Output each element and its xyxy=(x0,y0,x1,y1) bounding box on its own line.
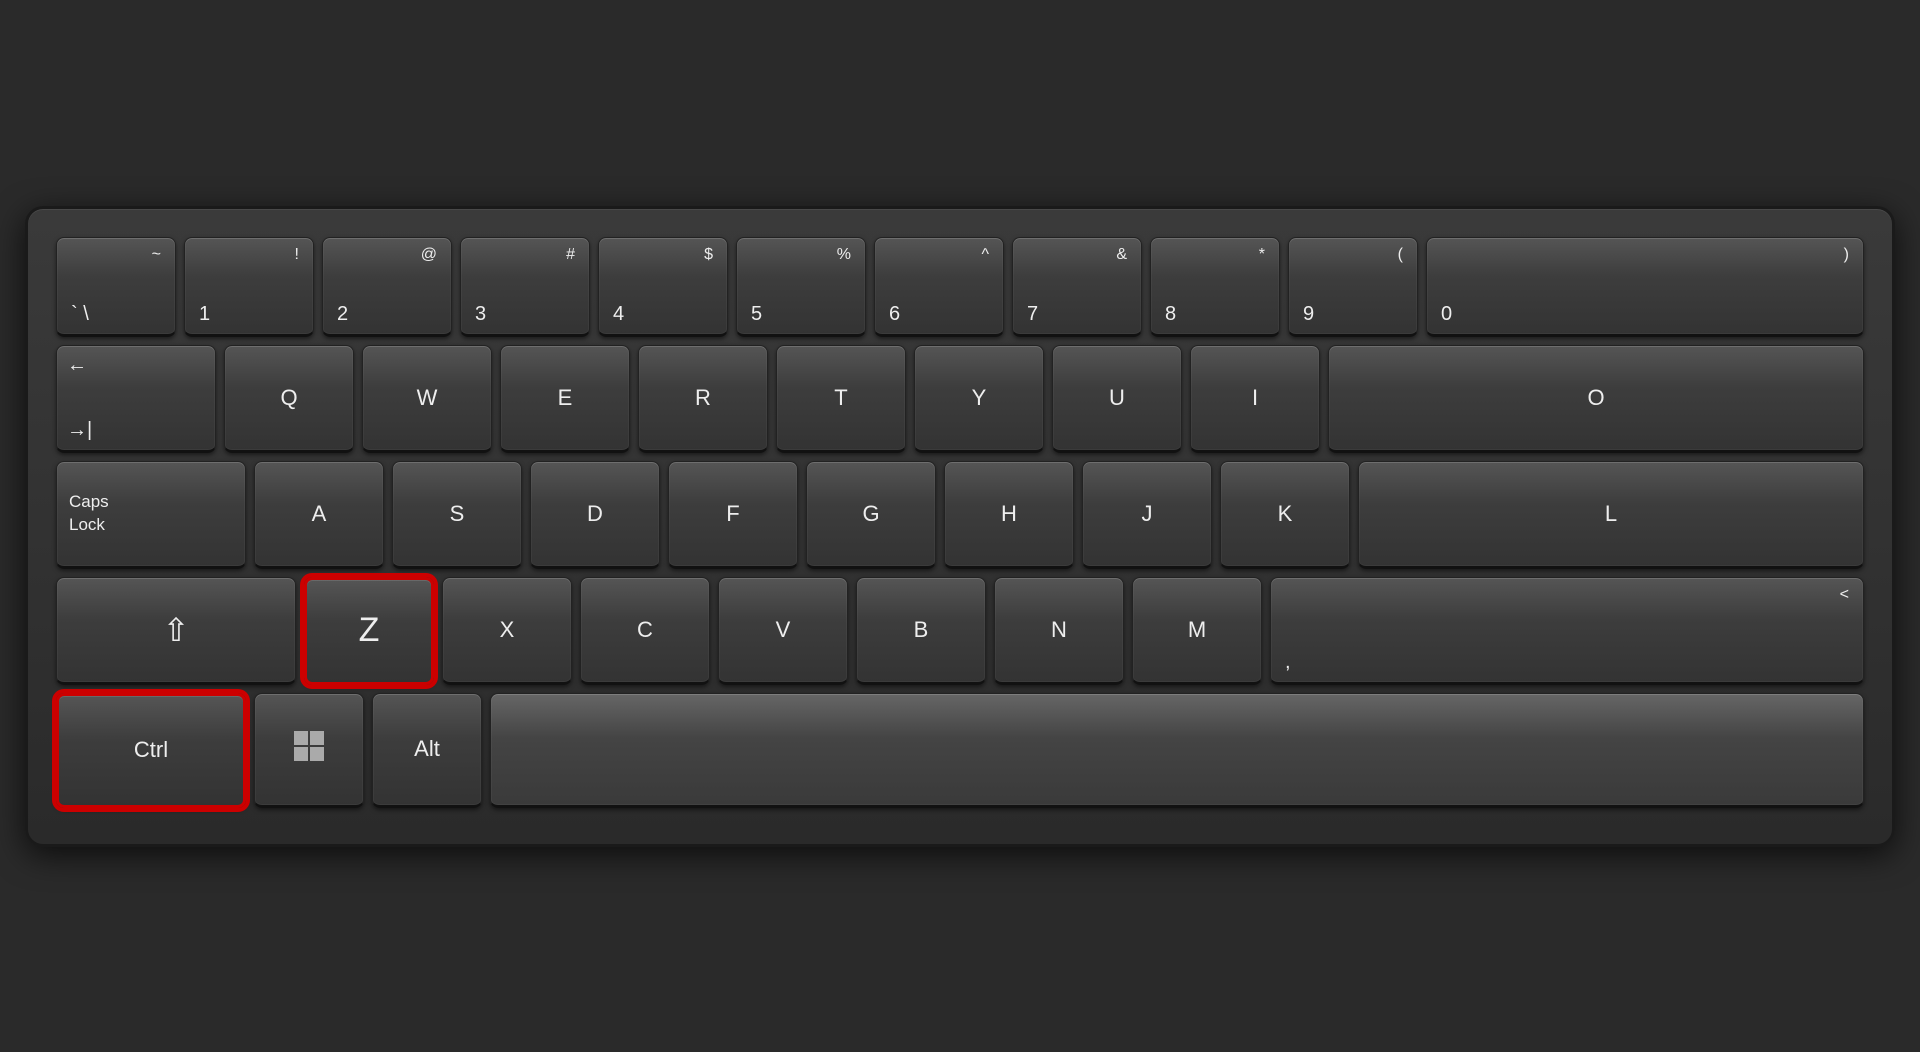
key-q[interactable]: Q xyxy=(224,345,354,453)
key-f[interactable]: F xyxy=(668,461,798,569)
key-7-bottom: 7 xyxy=(1013,303,1038,326)
key-5-top: % xyxy=(837,246,865,264)
key-j[interactable]: J xyxy=(1082,461,1212,569)
key-4-top: $ xyxy=(704,246,727,264)
key-0-bottom: 0 xyxy=(1427,303,1452,326)
key-a[interactable]: A xyxy=(254,461,384,569)
key-9[interactable]: ( 9 xyxy=(1288,237,1418,337)
key-2-bottom: 2 xyxy=(323,303,348,326)
key-5-bottom: 5 xyxy=(737,303,762,326)
shift-icon: ⇧ xyxy=(163,611,190,649)
key-4[interactable]: $ 4 xyxy=(598,237,728,337)
key-9-top: ( xyxy=(1398,246,1417,264)
key-1-top: ! xyxy=(295,246,313,264)
key-9-bottom: 9 xyxy=(1289,303,1314,326)
key-8-bottom: 8 xyxy=(1151,303,1176,326)
key-lt-top: < xyxy=(1840,586,1863,604)
key-8[interactable]: * 8 xyxy=(1150,237,1280,337)
key-7-top: & xyxy=(1116,246,1141,264)
key-6-bottom: 6 xyxy=(875,303,900,326)
tab-arrow-left: ← xyxy=(67,354,87,377)
key-6-top: ^ xyxy=(981,246,1003,264)
key-t[interactable]: T xyxy=(776,345,906,453)
key-w[interactable]: W xyxy=(362,345,492,453)
key-h[interactable]: H xyxy=(944,461,1074,569)
row-asdf: CapsLock A S D F G H J K L xyxy=(56,461,1864,569)
key-7[interactable]: & 7 xyxy=(1012,237,1142,337)
key-u[interactable]: U xyxy=(1052,345,1182,453)
key-5[interactable]: % 5 xyxy=(736,237,866,337)
key-3[interactable]: # 3 xyxy=(460,237,590,337)
key-comma[interactable]: < , xyxy=(1270,577,1864,685)
key-4-bottom: 4 xyxy=(599,303,624,326)
key-space[interactable] xyxy=(490,693,1864,808)
caps-lock-label: CapsLock xyxy=(69,491,109,535)
key-ctrl[interactable]: Ctrl xyxy=(56,693,246,808)
key-g[interactable]: G xyxy=(806,461,936,569)
key-i[interactable]: I xyxy=(1190,345,1320,453)
key-n[interactable]: N xyxy=(994,577,1124,685)
key-0-top: ) xyxy=(1844,246,1863,264)
key-e[interactable]: E xyxy=(500,345,630,453)
key-3-bottom: 3 xyxy=(461,303,486,326)
row-zxcv: ⇧ Z X C V B N M < , xyxy=(56,577,1864,685)
ctrl-label: Ctrl xyxy=(134,737,168,763)
key-k[interactable]: K xyxy=(1220,461,1350,569)
tab-arrow-right: →| xyxy=(67,419,92,442)
key-c[interactable]: C xyxy=(580,577,710,685)
key-alt[interactable]: Alt xyxy=(372,693,482,808)
key-caps-lock[interactable]: CapsLock xyxy=(56,461,246,569)
key-win[interactable] xyxy=(254,693,364,808)
key-6[interactable]: ^ 6 xyxy=(874,237,1004,337)
key-x[interactable]: X xyxy=(442,577,572,685)
row-qwerty: ← →| Q W E R T Y U I O xyxy=(56,345,1864,453)
key-2-top: @ xyxy=(421,246,451,264)
key-l[interactable]: L xyxy=(1358,461,1864,569)
key-tilde-top: ~ xyxy=(152,246,175,264)
key-0[interactable]: ) 0 xyxy=(1426,237,1864,337)
key-m[interactable]: M xyxy=(1132,577,1262,685)
key-tab[interactable]: ← →| xyxy=(56,345,216,453)
key-shift-left[interactable]: ⇧ xyxy=(56,577,296,685)
key-tilde[interactable]: ~ ` \ xyxy=(56,237,176,337)
alt-label: Alt xyxy=(414,736,440,762)
key-d[interactable]: D xyxy=(530,461,660,569)
key-tilde-bottom: ` \ xyxy=(57,303,89,326)
row-bottom: Ctrl Alt xyxy=(56,693,1864,808)
key-y[interactable]: Y xyxy=(914,345,1044,453)
key-v[interactable]: V xyxy=(718,577,848,685)
key-2[interactable]: @ 2 xyxy=(322,237,452,337)
win-icon xyxy=(293,730,325,769)
key-b[interactable]: B xyxy=(856,577,986,685)
key-1[interactable]: ! 1 xyxy=(184,237,314,337)
key-o[interactable]: O xyxy=(1328,345,1864,453)
key-r[interactable]: R xyxy=(638,345,768,453)
key-3-top: # xyxy=(566,246,589,264)
key-8-top: * xyxy=(1259,246,1279,264)
key-comma-bottom: , xyxy=(1271,651,1291,674)
key-z[interactable]: Z xyxy=(304,577,434,685)
key-1-bottom: 1 xyxy=(185,303,210,326)
key-s[interactable]: S xyxy=(392,461,522,569)
z-label: Z xyxy=(359,611,380,650)
row-numbers: ~ ` \ ! 1 @ 2 # 3 $ 4 % 5 ^ 6 xyxy=(56,237,1864,337)
keyboard: ~ ` \ ! 1 @ 2 # 3 $ 4 % 5 ^ 6 xyxy=(25,206,1895,847)
